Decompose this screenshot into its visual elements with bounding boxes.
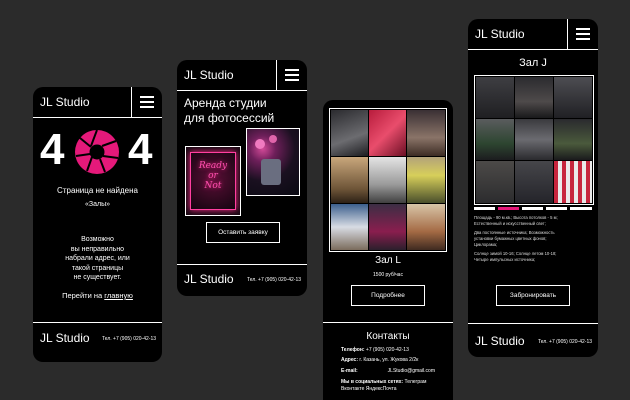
error-digit-right: 4 bbox=[128, 125, 153, 174]
leave-request-button[interactable]: Оставить заявку bbox=[206, 222, 280, 243]
gallery-photo[interactable] bbox=[407, 110, 445, 156]
aperture-icon bbox=[75, 129, 119, 174]
screen-404: JL Studio 4 4 Страница не найдена «Залы»… bbox=[33, 87, 162, 362]
menu-icon[interactable] bbox=[276, 60, 307, 90]
error-code: 4 4 bbox=[40, 125, 156, 174]
screen-hall-j: JL Studio Зал J Площадь - 90 м.кв.; Высо… bbox=[468, 19, 598, 357]
gallery-photo[interactable] bbox=[515, 119, 553, 160]
error-title: Страница не найдена bbox=[57, 186, 138, 195]
slider-dot[interactable] bbox=[546, 207, 567, 210]
contact-row: Мы в социальных сетях: Телеграм bbox=[341, 379, 427, 385]
gallery-photo[interactable] bbox=[407, 204, 445, 250]
contact-row: Адрес: г. Казань, ул. Жукова 2/2к bbox=[341, 357, 419, 363]
slider-dot[interactable] bbox=[522, 207, 543, 210]
contacts-title: Контакты bbox=[366, 331, 410, 342]
gallery-photo[interactable] bbox=[369, 204, 406, 250]
header: JL Studio bbox=[33, 87, 162, 118]
gallery-photo[interactable] bbox=[369, 157, 406, 203]
home-link[interactable]: главную bbox=[104, 291, 133, 300]
gallery-photo[interactable] bbox=[369, 110, 406, 156]
neon-sign-text: Ready or Not bbox=[198, 161, 228, 191]
header: JL Studio bbox=[468, 19, 598, 50]
neon-photo: Ready or Not bbox=[185, 146, 241, 216]
footer: JL Studio Тел. +7 (905) 020-42-13 bbox=[177, 264, 307, 296]
error-digit-left: 4 bbox=[40, 125, 65, 174]
gallery-photo[interactable] bbox=[554, 161, 592, 203]
slider-dot-active[interactable] bbox=[498, 207, 519, 210]
contact-row: Телефон: +7 (905) 020-42-13 bbox=[341, 347, 409, 353]
contact-row: E-mail: JLStudio@gmail.com bbox=[341, 368, 435, 374]
gallery-photo[interactable] bbox=[331, 204, 368, 250]
gallery-photo[interactable] bbox=[331, 110, 368, 156]
slider-dot[interactable] bbox=[474, 207, 495, 210]
footer-phone[interactable]: Тел. +7 (905) 020-42-13 bbox=[538, 339, 592, 345]
gallery-photo[interactable] bbox=[515, 77, 553, 118]
slider-dot[interactable] bbox=[570, 207, 592, 210]
gallery-photo[interactable] bbox=[476, 119, 514, 160]
hero-heading: Аренда студии для фотосессий bbox=[184, 96, 275, 125]
slider-indicator bbox=[474, 207, 592, 210]
footer: JL Studio Тел. +7 (905) 020-42-13 bbox=[468, 323, 598, 357]
gallery-photo[interactable] bbox=[407, 157, 445, 203]
footer: JL Studio Тел. +7 (905) 020-42-13 bbox=[33, 322, 162, 362]
hall-description: Площадь - 90 м.кв.; Высота потолков - 5 … bbox=[474, 215, 558, 262]
screen-rent: JL Studio Аренда студии для фотосессий R… bbox=[177, 60, 307, 296]
gallery-photo[interactable] bbox=[476, 161, 514, 203]
gallery-photo[interactable] bbox=[331, 157, 368, 203]
footer-phone[interactable]: Тел. +7 (905) 020-42-13 bbox=[247, 277, 301, 283]
footer-phone[interactable]: Тел. +7 (905) 020-42-13 bbox=[102, 336, 156, 342]
logo[interactable]: JL Studio bbox=[40, 87, 90, 117]
gallery-grid bbox=[474, 75, 594, 205]
logo[interactable]: JL Studio bbox=[475, 19, 525, 49]
divider bbox=[323, 322, 453, 323]
hall-price: 1500 руб/час bbox=[373, 272, 403, 278]
header: JL Studio bbox=[177, 60, 307, 91]
footer-logo[interactable]: JL Studio bbox=[475, 334, 525, 348]
footer-logo[interactable]: JL Studio bbox=[40, 331, 90, 345]
book-button[interactable]: Забронировать bbox=[496, 285, 570, 306]
gallery-photo[interactable] bbox=[515, 161, 553, 203]
gallery-photo[interactable] bbox=[554, 77, 592, 118]
menu-icon[interactable] bbox=[567, 19, 598, 49]
hall-title: Зал L bbox=[375, 255, 401, 266]
logo[interactable]: JL Studio bbox=[184, 60, 234, 90]
screen-hall-l: Зал L 1500 руб/час Подробнее Контакты Те… bbox=[323, 100, 453, 400]
goto-home: Перейти на главную bbox=[62, 291, 133, 300]
social-links: Вконтакте ЯндексПочта bbox=[341, 386, 397, 392]
gallery-grid bbox=[329, 108, 447, 252]
gallery-photo[interactable] bbox=[476, 77, 514, 118]
section-name: «Залы» bbox=[84, 201, 111, 208]
details-button[interactable]: Подробнее bbox=[351, 285, 425, 306]
gallery-photo[interactable] bbox=[554, 119, 592, 160]
hall-title: Зал J bbox=[519, 57, 547, 69]
flowers-photo bbox=[246, 128, 300, 196]
error-message: Возможно вы неправильно набрали адрес, и… bbox=[65, 236, 130, 281]
footer-logo[interactable]: JL Studio bbox=[184, 272, 234, 286]
menu-icon[interactable] bbox=[131, 87, 162, 117]
